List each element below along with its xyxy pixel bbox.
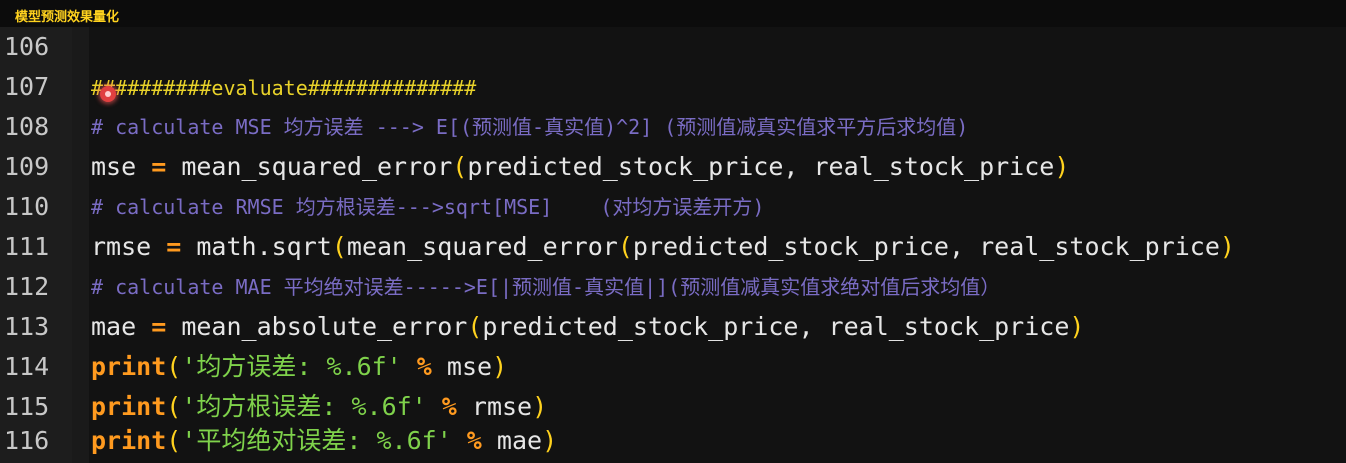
code-text[interactable]: print('平均绝对误差: %.6f' % mae) — [91, 424, 557, 458]
code-line-114[interactable]: 114 print('均方误差: %.6f' % mse) — [0, 347, 1346, 387]
operator: = — [166, 232, 182, 261]
line-number: 107 — [4, 72, 50, 101]
code-line-108[interactable]: 108 # calculate MSE 均方误差 ---> E[(预测值-真实值… — [0, 107, 1346, 147]
paren: ) — [532, 392, 548, 421]
title-bar: 模型预测效果量化 — [0, 0, 1346, 27]
line-number: 113 — [4, 312, 50, 341]
line-number: 114 — [4, 352, 50, 381]
line-number: 106 — [4, 32, 50, 61]
code-text[interactable]: print('均方误差: %.6f' % mse) — [91, 350, 507, 384]
argument: mse — [446, 352, 493, 381]
line-number: 110 — [4, 192, 50, 221]
hash-marks: ############## — [307, 76, 477, 100]
section-label: evaluate — [211, 76, 308, 100]
paren: ( — [452, 152, 468, 181]
line-number: 111 — [4, 232, 50, 261]
variable: mse — [91, 152, 152, 181]
operator: % — [401, 352, 447, 381]
comment-text[interactable]: # calculate MAE 平均绝对误差----->E[|预测值-真实值|]… — [91, 270, 1000, 304]
operator: % — [426, 392, 472, 421]
paren: ) — [1069, 312, 1085, 341]
code-line-111[interactable]: 111 rmse = math.sqrt(mean_squared_error(… — [0, 227, 1346, 267]
paren: ) — [1054, 152, 1070, 181]
paren: ) — [542, 426, 558, 455]
code-line-116[interactable]: 116 print('平均绝对误差: %.6f' % mae) — [0, 421, 1346, 461]
code-text[interactable]: rmse = math.sqrt(mean_squared_error(pred… — [91, 230, 1235, 264]
code-line-107[interactable]: 107 ##########evaluate############## — [0, 67, 1346, 107]
paren: ( — [166, 352, 182, 381]
mouse-cursor-indicator — [100, 86, 116, 102]
argument: rmse — [471, 392, 533, 421]
paren: ) — [492, 352, 508, 381]
argument: mae — [496, 426, 543, 455]
keyword-print: print — [91, 392, 167, 421]
code-text[interactable]: mse = mean_squared_error(predicted_stock… — [91, 150, 1069, 184]
paren: ( — [166, 426, 182, 455]
operator: % — [451, 426, 497, 455]
function-name: mean_squared_error — [346, 232, 618, 261]
paren: ( — [617, 232, 633, 261]
arguments: predicted_stock_price, real_stock_price — [632, 232, 1220, 261]
line-number: 112 — [4, 272, 50, 301]
paren: ( — [166, 392, 182, 421]
paren: ( — [331, 232, 347, 261]
line-number: 116 — [4, 426, 50, 455]
keyword-print: print — [91, 426, 167, 455]
operator: = — [151, 152, 167, 181]
string-literal: '均方误差: %.6f' — [181, 352, 402, 381]
line-number: 109 — [4, 152, 50, 181]
paren: ) — [1219, 232, 1235, 261]
variable: rmse — [91, 232, 167, 261]
window-title: 模型预测效果量化 — [15, 10, 120, 25]
code-line-112[interactable]: 112 # calculate MAE 平均绝对误差----->E[|预测值-真… — [0, 267, 1346, 307]
variable: mae — [91, 312, 152, 341]
code-text[interactable]: ##########evaluate############## — [91, 70, 476, 105]
code-line-110[interactable]: 110 # calculate RMSE 均方根误差--->sqrt[MSE] … — [0, 187, 1346, 227]
operator: = — [151, 312, 167, 341]
string-literal: '平均绝对误差: %.6f' — [181, 426, 452, 455]
arguments: predicted_stock_price, real_stock_price — [467, 152, 1055, 181]
comment-text[interactable]: # calculate RMSE 均方根误差--->sqrt[MSE] (对均方… — [91, 190, 764, 224]
function-name: mean_absolute_error — [166, 312, 468, 341]
code-line-113[interactable]: 113 mae = mean_absolute_error(predicted_… — [0, 307, 1346, 347]
line-number: 108 — [4, 112, 50, 141]
arguments: predicted_stock_price, real_stock_price — [482, 312, 1070, 341]
function-name: mean_squared_error — [166, 152, 453, 181]
code-text[interactable]: print('均方根误差: %.6f' % rmse) — [91, 390, 547, 424]
editor-window: 模型预测效果量化 106 107 ##########evaluate#####… — [0, 0, 1346, 463]
function-name: math.sqrt — [181, 232, 332, 261]
code-text[interactable]: mae = mean_absolute_error(predicted_stoc… — [91, 310, 1084, 344]
paren: ( — [467, 312, 483, 341]
string-literal: '均方根误差: %.6f' — [181, 392, 427, 421]
line-number: 115 — [4, 392, 50, 421]
code-line-109[interactable]: 109 mse = mean_squared_error(predicted_s… — [0, 147, 1346, 187]
comment-text[interactable]: # calculate MSE 均方误差 ---> E[(预测值-真实值)^2]… — [91, 110, 968, 144]
keyword-print: print — [91, 352, 167, 381]
code-line-106[interactable]: 106 — [0, 27, 1346, 67]
